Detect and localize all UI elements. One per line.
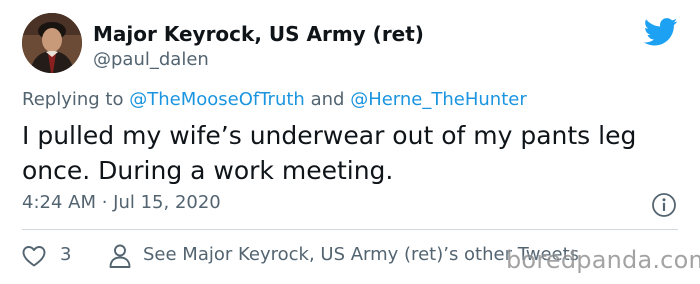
- avatar[interactable]: [22, 13, 82, 73]
- heart-icon[interactable]: [22, 245, 46, 267]
- author-handle[interactable]: @paul_dalen: [93, 48, 424, 72]
- like-count: 3: [60, 244, 72, 265]
- replying-to-conjunction: and: [310, 89, 345, 110]
- avatar-photo: [22, 13, 82, 73]
- info-icon[interactable]: [651, 192, 677, 218]
- tweet-text: I pulled my wife’s underwear out of my p…: [22, 121, 637, 185]
- replying-to-line: Replying to @TheMooseOfTruth and @Herne_…: [22, 89, 527, 110]
- boredpanda-watermark: boredpanda.com: [506, 246, 700, 274]
- author-display-name[interactable]: Major Keyrock, US Army (ret): [93, 22, 424, 46]
- tweet-timestamp[interactable]: 4:24 AM · Jul 15, 2020: [22, 192, 221, 213]
- replying-to-label: Replying to: [22, 89, 124, 110]
- person-icon[interactable]: [108, 243, 132, 269]
- author-block: Major Keyrock, US Army (ret) @paul_dalen: [93, 22, 424, 72]
- mention-link[interactable]: @Herne_TheHunter: [350, 89, 527, 110]
- divider: [22, 229, 678, 230]
- mention-link[interactable]: @TheMooseOfTruth: [129, 89, 305, 110]
- twitter-bird-icon[interactable]: [644, 18, 678, 46]
